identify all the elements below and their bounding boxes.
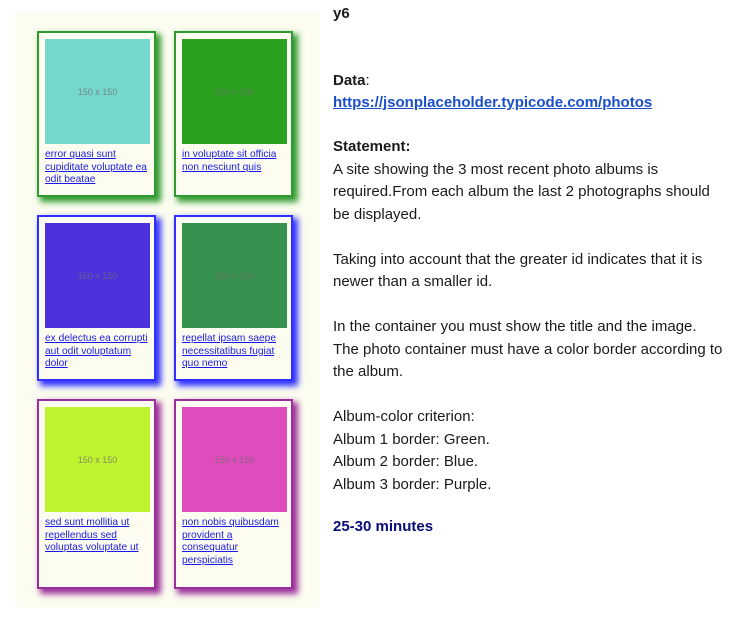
photo-title-link[interactable]: ex delectus ea corrupti aut odit volupta… (45, 333, 153, 371)
statement-section: Statement: A site showing the 3 most rec… (333, 136, 723, 496)
photo-card: 150 x 150 sed sunt mollitia ut repellend… (37, 399, 156, 589)
time-estimate: 25-30 minutes (333, 518, 434, 535)
photo-card: 150 x 150 in voluptate sit officia non n… (174, 31, 293, 197)
statement-text: A site showing the 3 most recent photo a… (333, 160, 710, 223)
photo-title-link[interactable]: error quasi sunt cupiditate voluptate ea… (45, 149, 153, 187)
photo-card: 150 x 150 repellat ipsam saepe necessita… (174, 215, 293, 381)
criterion-album-3: Album 3 border: Purple. (333, 475, 492, 493)
criterion-album-1: Album 1 border: Green. (333, 430, 490, 448)
photo-placeholder: 150 x 150 (45, 223, 150, 328)
note-text: Taking into account that the greater id … (333, 250, 703, 291)
photo-title-link[interactable]: sed sunt mollitia ut repellendus sed vol… (45, 517, 153, 555)
criterion-label: Album-color criterion: (333, 408, 475, 425)
criterion-album-2: Album 2 border: Blue. (333, 453, 479, 470)
photo-grid-panel: 150 x 150 error quasi sunt cupiditate vo… (15, 13, 320, 607)
data-url-link[interactable]: https://jsonplaceholder.typicode.com/pho… (333, 94, 652, 111)
photo-card: 150 x 150 error quasi sunt cupiditate vo… (37, 31, 156, 197)
photo-title-link[interactable]: in voluptate sit officia non nesciunt qu… (182, 149, 290, 174)
photo-placeholder: 150 x 150 (182, 407, 287, 512)
photo-placeholder: 150 x 150 (45, 407, 150, 512)
data-section: Data: https://jsonplaceholder.typicode.c… (333, 72, 653, 111)
container-text: In the container you must show the title… (333, 318, 723, 380)
photo-title-link[interactable]: non nobis quibusdam provident a consequa… (182, 517, 290, 567)
photo-title-link[interactable]: repellat ipsam saepe necessitatibus fugi… (182, 333, 290, 371)
exercise-heading: y6 (333, 5, 350, 22)
photo-card: 150 x 150 ex delectus ea corrupti aut od… (37, 215, 156, 381)
data-label: Data (333, 72, 366, 89)
photo-placeholder: 150 x 150 (182, 223, 287, 328)
photo-placeholder: 150 x 150 (182, 39, 287, 144)
photo-placeholder: 150 x 150 (45, 39, 150, 144)
statement-label: Statement: (333, 138, 411, 155)
photo-card: 150 x 150 non nobis quibusdam provident … (174, 399, 293, 589)
